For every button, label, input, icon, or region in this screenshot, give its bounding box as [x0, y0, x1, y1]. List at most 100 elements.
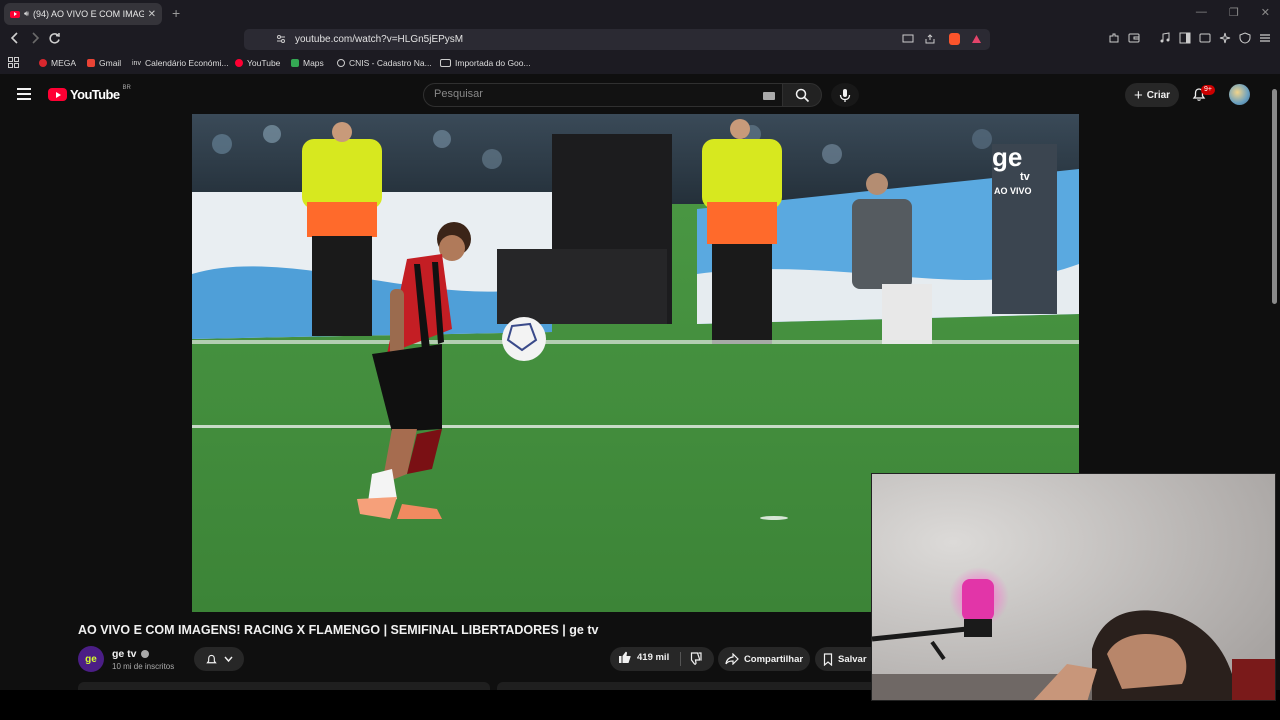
sidebar-icon[interactable]	[1179, 32, 1191, 47]
thumbs-down-icon	[690, 652, 702, 665]
guide-menu-icon[interactable]	[17, 88, 31, 100]
verified-icon	[140, 650, 149, 658]
like-count: 419 mil	[637, 652, 670, 663]
description-box[interactable]	[78, 682, 490, 690]
share-icon	[725, 653, 739, 665]
cast-icon[interactable]	[902, 34, 914, 47]
wallet-icon[interactable]	[1128, 32, 1140, 47]
bookmark-label: Maps	[303, 58, 324, 68]
channel-avatar[interactable]: ge	[78, 646, 104, 672]
watermark-tv: tv	[1020, 171, 1031, 183]
page-scrollbar[interactable]	[1272, 89, 1277, 304]
share-label: Compartilhar	[743, 653, 804, 665]
tab-title: (94) AO VIVO E COM IMAGEI	[33, 9, 144, 19]
save-button[interactable]: Salvar	[815, 647, 875, 671]
window-close-icon[interactable]: ✕	[1261, 6, 1270, 19]
site-settings-icon[interactable]	[276, 34, 286, 47]
voice-search-button[interactable]	[831, 83, 859, 107]
bookmark-label: Importada do Goo...	[455, 58, 531, 68]
search-button[interactable]	[782, 83, 822, 107]
menu-icon[interactable]	[1259, 32, 1271, 47]
save-icon	[823, 652, 833, 666]
channel-avatar-text: ge	[85, 653, 97, 665]
search-input[interactable]	[434, 88, 754, 100]
bookmark-mega[interactable]: MEGA	[39, 58, 76, 68]
create-button[interactable]: + Criar	[1125, 83, 1179, 107]
watermark-ge: ge	[992, 142, 1022, 172]
music-icon[interactable]	[1159, 32, 1171, 47]
microphone-icon	[839, 88, 851, 102]
bookmarks-bar: MEGA Gmail inv Calendário Económi... You…	[0, 53, 1280, 74]
gmail-icon	[87, 59, 95, 67]
bookmark-label: MEGA	[51, 58, 77, 68]
reload-icon[interactable]	[48, 32, 61, 48]
youtube-favicon-icon	[10, 10, 20, 18]
account-avatar[interactable]	[1229, 84, 1250, 105]
browser-nav-bar: youtube.com/watch?v=HLGn5jEPysM	[0, 27, 1280, 53]
like-separator	[680, 652, 681, 666]
plus-icon: +	[1133, 86, 1143, 104]
bookmark-label: Gmail	[99, 58, 122, 68]
subscription-bell-button[interactable]	[194, 647, 244, 671]
youtube-icon	[235, 59, 243, 67]
country-code: BR	[122, 84, 131, 91]
save-label: Salvar	[838, 653, 867, 665]
watermark-live: AO VIVO	[994, 186, 1032, 196]
back-icon[interactable]	[10, 32, 20, 47]
keyboard-icon[interactable]	[763, 92, 775, 100]
webcam-frame	[872, 474, 1275, 700]
bookmark-importada[interactable]: Importada do Goo...	[440, 58, 531, 68]
channel-name-row[interactable]: ge tv	[112, 648, 149, 660]
wallet-2-icon[interactable]	[1199, 32, 1211, 47]
apps-grid-icon[interactable]	[8, 57, 19, 68]
maps-icon	[291, 59, 299, 67]
close-tab-icon[interactable]: ✕	[148, 9, 156, 20]
investing-icon: inv	[132, 59, 141, 67]
address-bar[interactable]: youtube.com/watch?v=HLGn5jEPysM	[244, 29, 990, 50]
bookmark-label: CNIS - Cadastro Na...	[349, 58, 432, 68]
bookmark-gmail[interactable]: Gmail	[87, 58, 121, 68]
browser-tab-bar: 🔊︎ (94) AO VIVO E COM IMAGEI ✕ + — ❐ ✕	[0, 0, 1280, 27]
leo-ai-icon[interactable]	[1219, 32, 1231, 47]
bookmark-youtube[interactable]: YouTube	[235, 58, 280, 68]
vpn-shield-icon[interactable]	[1239, 32, 1251, 47]
like-dislike-group: 419 mil	[610, 647, 714, 671]
dislike-button[interactable]	[688, 652, 702, 670]
bookmark-label: YouTube	[247, 58, 281, 68]
create-label: Criar	[1146, 89, 1171, 101]
forward-icon[interactable]	[30, 32, 40, 47]
video-title: AO VIVO E COM IMAGENS! RACING X FLAMENGO…	[78, 623, 599, 637]
bookmark-calendario[interactable]: inv Calendário Económi...	[132, 58, 229, 68]
url-text: youtube.com/watch?v=HLGn5jEPysM	[295, 34, 464, 45]
youtube-play-icon	[48, 88, 67, 101]
youtube-logo[interactable]: YouTube BR	[48, 84, 131, 102]
subscriber-count: 10 mi de inscritos	[112, 662, 175, 671]
thumbs-up-icon	[619, 651, 631, 663]
logo-text: YouTube	[70, 87, 120, 102]
share-page-icon[interactable]	[924, 34, 936, 47]
restore-icon[interactable]: ❐	[1229, 6, 1239, 19]
brave-shield-icon[interactable]	[949, 33, 960, 45]
folder-icon	[440, 59, 451, 67]
chevron-down-icon	[224, 656, 233, 662]
webcam-overlay	[871, 473, 1276, 701]
like-button[interactable]: 419 mil	[618, 651, 669, 664]
chat-box[interactable]	[497, 682, 877, 690]
bookmark-maps[interactable]: Maps	[291, 58, 324, 68]
channel-name[interactable]: ge tv	[112, 648, 137, 660]
brave-rewards-icon[interactable]	[971, 34, 982, 47]
new-tab-button[interactable]: +	[172, 5, 180, 21]
extensions-icon[interactable]	[1108, 32, 1120, 47]
bookmark-cnis[interactable]: CNIS - Cadastro Na...	[337, 58, 432, 68]
search-box	[423, 83, 783, 107]
mega-icon	[39, 59, 47, 67]
minimize-icon[interactable]: —	[1196, 6, 1207, 19]
notification-badge: 9+	[1201, 85, 1215, 95]
bookmark-label: Calendário Económi...	[144, 58, 229, 68]
window-controls: — ❐ ✕	[1196, 6, 1270, 19]
browser-tab[interactable]: 🔊︎ (94) AO VIVO E COM IMAGEI ✕	[4, 3, 162, 25]
bell-icon	[206, 654, 217, 663]
share-button[interactable]: Compartilhar	[718, 647, 810, 671]
speaker-icon[interactable]: 🔊︎	[24, 9, 29, 19]
globe-icon	[337, 59, 345, 67]
